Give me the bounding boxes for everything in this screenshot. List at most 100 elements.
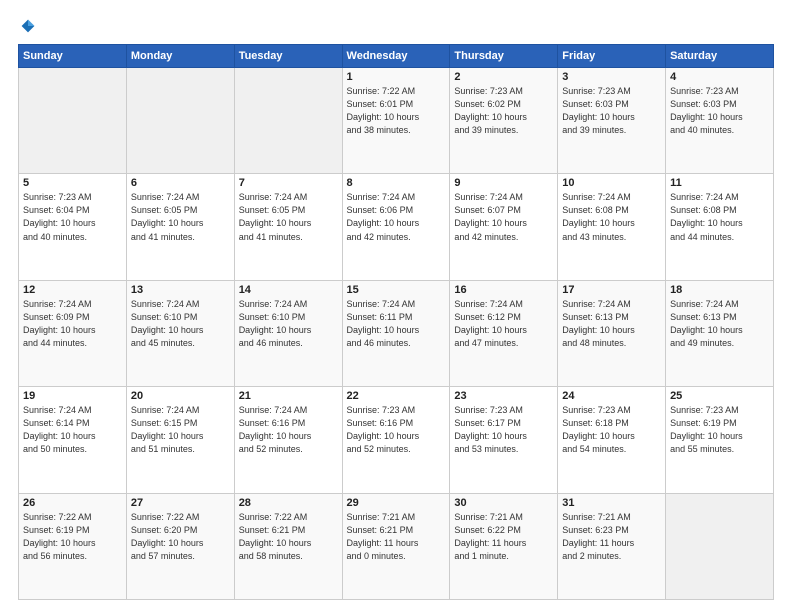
logo <box>18 18 36 34</box>
day-info: Sunrise: 7:24 AM Sunset: 6:15 PM Dayligh… <box>131 404 230 456</box>
day-number: 24 <box>562 390 661 402</box>
day-info: Sunrise: 7:23 AM Sunset: 6:18 PM Dayligh… <box>562 404 661 456</box>
header <box>18 18 774 34</box>
day-number: 22 <box>347 390 446 402</box>
calendar-week-2: 12Sunrise: 7:24 AM Sunset: 6:09 PM Dayli… <box>19 280 774 386</box>
day-info: Sunrise: 7:24 AM Sunset: 6:05 PM Dayligh… <box>239 191 338 243</box>
calendar-cell: 13 Sunrise: 7:24 AM Sunset: 6:10 PM Dayli… <box>126 280 234 386</box>
day-info: Sunrise: 7:23 AM Sunset: 6:03 PM Dayligh… <box>670 85 769 137</box>
day-info: Sunrise: 7:23 AM Sunset: 6:04 PM Dayligh… <box>23 191 122 243</box>
calendar-table: SundayMondayTuesdayWednesdayThursdayFrid… <box>18 44 774 600</box>
day-info: Sunrise: 7:22 AM Sunset: 6:19 PM Dayligh… <box>23 511 122 563</box>
day-info: Sunrise: 7:24 AM Sunset: 6:06 PM Dayligh… <box>347 191 446 243</box>
day-number: 26 <box>23 497 122 509</box>
calendar-cell: 16 Sunrise: 7:24 AM Sunset: 6:12 PM Dayli… <box>450 280 558 386</box>
day-number: 10 <box>562 177 661 189</box>
calendar-cell: 21 Sunrise: 7:24 AM Sunset: 6:16 PM Dayli… <box>234 387 342 493</box>
day-number: 18 <box>670 284 769 296</box>
day-info: Sunrise: 7:21 AM Sunset: 6:21 PM Dayligh… <box>347 511 446 563</box>
day-info: Sunrise: 7:24 AM Sunset: 6:13 PM Dayligh… <box>670 298 769 350</box>
calendar-week-3: 19Sunrise: 7:24 AM Sunset: 6:14 PM Dayli… <box>19 387 774 493</box>
day-number: 15 <box>347 284 446 296</box>
calendar-cell: 30Sunrise: 7:21 AM Sunset: 6:22 PM Dayli… <box>450 493 558 599</box>
calendar-header-tuesday: Tuesday <box>234 45 342 68</box>
calendar-cell: 15Sunrise: 7:24 AM Sunset: 6:11 PM Dayli… <box>342 280 450 386</box>
calendar-cell: 1 Sunrise: 7:22 AM Sunset: 6:01 PM Daylig… <box>342 68 450 174</box>
calendar-cell: 8 Sunrise: 7:24 AM Sunset: 6:06 PM Daylig… <box>342 174 450 280</box>
calendar-cell: 29 Sunrise: 7:21 AM Sunset: 6:21 PM Dayli… <box>342 493 450 599</box>
calendar-cell <box>126 68 234 174</box>
day-info: Sunrise: 7:24 AM Sunset: 6:14 PM Dayligh… <box>23 404 122 456</box>
calendar-cell: 19Sunrise: 7:24 AM Sunset: 6:14 PM Dayli… <box>19 387 127 493</box>
calendar-cell: 7 Sunrise: 7:24 AM Sunset: 6:05 PM Daylig… <box>234 174 342 280</box>
day-info: Sunrise: 7:24 AM Sunset: 6:12 PM Dayligh… <box>454 298 553 350</box>
day-number: 17 <box>562 284 661 296</box>
calendar-week-1: 5 Sunrise: 7:23 AM Sunset: 6:04 PM Daylig… <box>19 174 774 280</box>
day-number: 3 <box>562 71 661 83</box>
day-info: Sunrise: 7:24 AM Sunset: 6:05 PM Dayligh… <box>131 191 230 243</box>
day-info: Sunrise: 7:24 AM Sunset: 6:08 PM Dayligh… <box>562 191 661 243</box>
calendar-cell: 9 Sunrise: 7:24 AM Sunset: 6:07 PM Daylig… <box>450 174 558 280</box>
day-number: 25 <box>670 390 769 402</box>
day-info: Sunrise: 7:22 AM Sunset: 6:01 PM Dayligh… <box>347 85 446 137</box>
day-info: Sunrise: 7:23 AM Sunset: 6:17 PM Dayligh… <box>454 404 553 456</box>
calendar-cell: 14 Sunrise: 7:24 AM Sunset: 6:10 PM Dayli… <box>234 280 342 386</box>
day-info: Sunrise: 7:23 AM Sunset: 6:03 PM Dayligh… <box>562 85 661 137</box>
calendar-cell: 22 Sunrise: 7:23 AM Sunset: 6:16 PM Dayli… <box>342 387 450 493</box>
calendar-cell: 26 Sunrise: 7:22 AM Sunset: 6:19 PM Dayli… <box>19 493 127 599</box>
calendar-cell: 2Sunrise: 7:23 AM Sunset: 6:02 PM Daylig… <box>450 68 558 174</box>
day-info: Sunrise: 7:24 AM Sunset: 6:13 PM Dayligh… <box>562 298 661 350</box>
day-number: 20 <box>131 390 230 402</box>
day-number: 13 <box>131 284 230 296</box>
page: SundayMondayTuesdayWednesdayThursdayFrid… <box>0 0 792 612</box>
calendar-week-4: 26 Sunrise: 7:22 AM Sunset: 6:19 PM Dayli… <box>19 493 774 599</box>
calendar-header-row: SundayMondayTuesdayWednesdayThursdayFrid… <box>19 45 774 68</box>
calendar-cell: 18 Sunrise: 7:24 AM Sunset: 6:13 PM Dayli… <box>666 280 774 386</box>
calendar-cell <box>234 68 342 174</box>
day-number: 1 <box>347 71 446 83</box>
calendar-header-wednesday: Wednesday <box>342 45 450 68</box>
day-number: 14 <box>239 284 338 296</box>
calendar-header-thursday: Thursday <box>450 45 558 68</box>
day-number: 29 <box>347 497 446 509</box>
calendar-header-monday: Monday <box>126 45 234 68</box>
day-info: Sunrise: 7:24 AM Sunset: 6:07 PM Dayligh… <box>454 191 553 243</box>
calendar-header-sunday: Sunday <box>19 45 127 68</box>
day-number: 31 <box>562 497 661 509</box>
calendar-cell: 24 Sunrise: 7:23 AM Sunset: 6:18 PM Dayli… <box>558 387 666 493</box>
calendar-cell <box>19 68 127 174</box>
calendar-header-saturday: Saturday <box>666 45 774 68</box>
day-info: Sunrise: 7:23 AM Sunset: 6:16 PM Dayligh… <box>347 404 446 456</box>
calendar-cell: 12Sunrise: 7:24 AM Sunset: 6:09 PM Dayli… <box>19 280 127 386</box>
logo-icon <box>20 18 36 34</box>
day-info: Sunrise: 7:24 AM Sunset: 6:16 PM Dayligh… <box>239 404 338 456</box>
calendar-cell: 28 Sunrise: 7:22 AM Sunset: 6:21 PM Dayli… <box>234 493 342 599</box>
day-number: 7 <box>239 177 338 189</box>
day-number: 16 <box>454 284 553 296</box>
day-number: 5 <box>23 177 122 189</box>
day-info: Sunrise: 7:24 AM Sunset: 6:10 PM Dayligh… <box>131 298 230 350</box>
day-info: Sunrise: 7:24 AM Sunset: 6:10 PM Dayligh… <box>239 298 338 350</box>
day-info: Sunrise: 7:22 AM Sunset: 6:21 PM Dayligh… <box>239 511 338 563</box>
day-number: 4 <box>670 71 769 83</box>
calendar-cell <box>666 493 774 599</box>
day-number: 9 <box>454 177 553 189</box>
day-info: Sunrise: 7:21 AM Sunset: 6:22 PM Dayligh… <box>454 511 553 563</box>
calendar-cell: 27Sunrise: 7:22 AM Sunset: 6:20 PM Dayli… <box>126 493 234 599</box>
calendar-cell: 20 Sunrise: 7:24 AM Sunset: 6:15 PM Dayli… <box>126 387 234 493</box>
day-number: 8 <box>347 177 446 189</box>
calendar-cell: 4 Sunrise: 7:23 AM Sunset: 6:03 PM Daylig… <box>666 68 774 174</box>
calendar-cell: 5 Sunrise: 7:23 AM Sunset: 6:04 PM Daylig… <box>19 174 127 280</box>
day-number: 12 <box>23 284 122 296</box>
day-number: 6 <box>131 177 230 189</box>
day-number: 21 <box>239 390 338 402</box>
calendar-cell: 25 Sunrise: 7:23 AM Sunset: 6:19 PM Dayli… <box>666 387 774 493</box>
calendar-cell: 23Sunrise: 7:23 AM Sunset: 6:17 PM Dayli… <box>450 387 558 493</box>
day-number: 28 <box>239 497 338 509</box>
day-info: Sunrise: 7:24 AM Sunset: 6:08 PM Dayligh… <box>670 191 769 243</box>
day-number: 2 <box>454 71 553 83</box>
day-info: Sunrise: 7:23 AM Sunset: 6:19 PM Dayligh… <box>670 404 769 456</box>
calendar-cell: 6 Sunrise: 7:24 AM Sunset: 6:05 PM Daylig… <box>126 174 234 280</box>
calendar-cell: 11Sunrise: 7:24 AM Sunset: 6:08 PM Dayli… <box>666 174 774 280</box>
calendar-cell: 31Sunrise: 7:21 AM Sunset: 6:23 PM Dayli… <box>558 493 666 599</box>
